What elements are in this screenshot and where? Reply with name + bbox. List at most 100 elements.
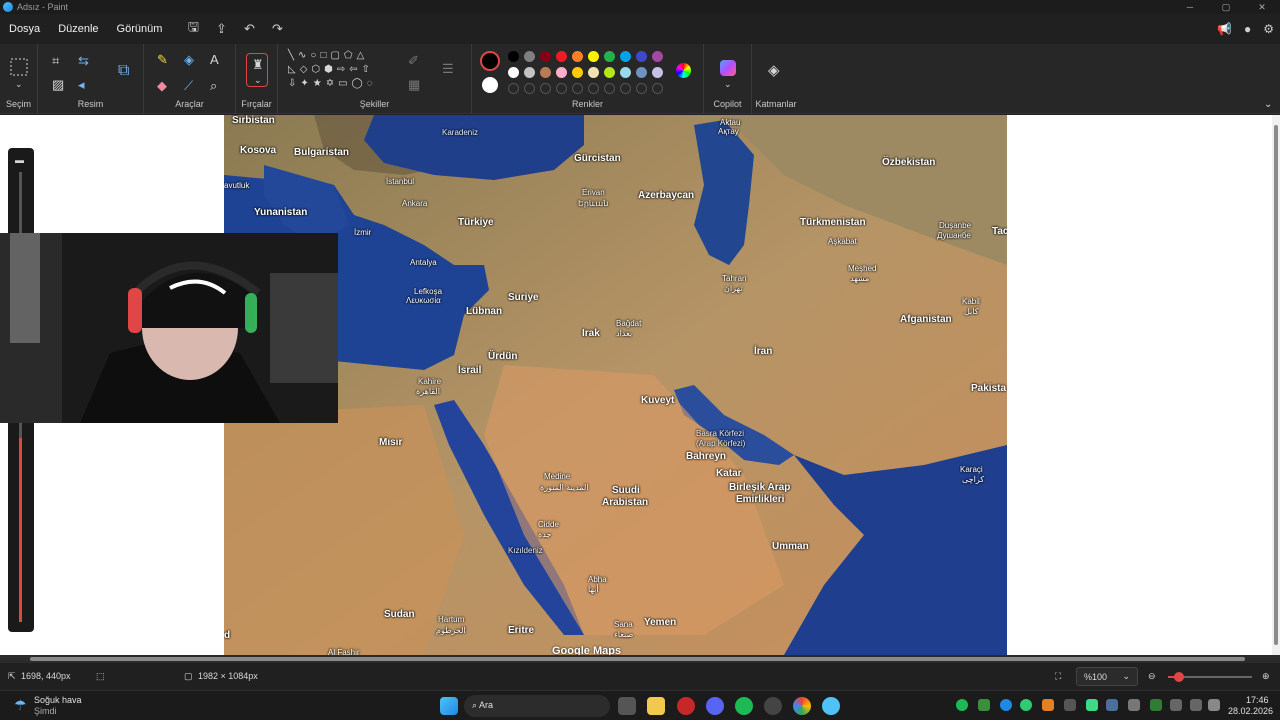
color-swatch-r2-1[interactable] xyxy=(524,67,535,78)
custom-color-slot[interactable] xyxy=(524,83,535,94)
custom-color-slot[interactable] xyxy=(604,83,615,94)
horizontal-scrollbar[interactable] xyxy=(0,655,1280,663)
steam-icon[interactable] xyxy=(1106,699,1118,711)
clock-time[interactable]: 17:46 xyxy=(1246,695,1269,705)
background-removal-icon[interactable]: ⧉ xyxy=(118,63,129,79)
image-select-icon[interactable]: ▨ xyxy=(52,78,64,91)
color-swatch-r1-3[interactable] xyxy=(556,51,567,62)
redo-icon[interactable]: ↷ xyxy=(263,21,291,37)
custom-color-slot[interactable] xyxy=(620,83,631,94)
custom-color-slot[interactable] xyxy=(540,83,551,94)
primary-color-swatch[interactable] xyxy=(480,51,500,71)
color-swatch-r1-7[interactable] xyxy=(620,51,631,62)
chrome-icon[interactable] xyxy=(793,697,811,715)
task-view-icon[interactable] xyxy=(618,697,636,715)
color-picker-icon[interactable]: ⟋ xyxy=(184,79,193,92)
fit-to-window-icon[interactable]: ⛶ xyxy=(1055,671,1061,682)
start-windows-icon[interactable] xyxy=(440,697,458,715)
layers-icon[interactable]: ◈ xyxy=(768,63,780,78)
menu-file[interactable]: Dosya xyxy=(0,23,49,35)
color-swatch-r2-7[interactable] xyxy=(620,67,631,78)
color-swatch-r2-4[interactable] xyxy=(572,67,583,78)
clock-date[interactable]: 28.02.2026 xyxy=(1228,706,1273,716)
pencil-icon[interactable]: ✎ xyxy=(157,53,168,66)
volume-icon[interactable] xyxy=(1208,699,1220,711)
secondary-color-swatch[interactable] xyxy=(482,77,498,93)
vertical-scroll-thumb[interactable] xyxy=(1274,125,1278,645)
taskbar-search[interactable]: ⌕ Ara xyxy=(464,695,610,717)
selection-rectangle-icon[interactable] xyxy=(10,58,28,76)
shapes-gallery[interactable]: ╲∿○□▢⬠△ ◺◇⬡⬢⇨⇦⇧ ⇩✦★✡▭◯◌ xyxy=(288,49,398,99)
zoom-slider[interactable] xyxy=(1168,672,1252,682)
chevron-down-icon[interactable]: ⌄ xyxy=(15,78,23,91)
zoom-slider-knob[interactable] xyxy=(1174,672,1184,682)
spotify-icon[interactable] xyxy=(735,697,753,715)
copilot-icon[interactable] xyxy=(720,60,736,76)
zoom-dropdown[interactable]: %100 ⌄ xyxy=(1076,667,1138,686)
color-swatch-r2-6[interactable] xyxy=(604,67,615,78)
color-swatch-r1-0[interactable] xyxy=(508,51,519,62)
minimize-button[interactable]: ─ xyxy=(1172,0,1208,14)
zoom-in-icon[interactable]: ⊕ xyxy=(1262,671,1270,682)
color-swatch-r1-9[interactable] xyxy=(652,51,663,62)
color-swatch-r1-8[interactable] xyxy=(636,51,647,62)
chevron-down-icon[interactable]: ⌄ xyxy=(724,78,732,91)
crop-icon[interactable]: ⌗ xyxy=(52,54,59,67)
custom-color-slot[interactable] xyxy=(652,83,663,94)
brush-button[interactable]: ♜ ⌄ xyxy=(246,53,268,87)
tray-play-icon[interactable] xyxy=(1086,699,1098,711)
size-icon[interactable]: ☰ xyxy=(442,62,454,75)
tray-mic-icon[interactable] xyxy=(1128,699,1140,711)
file-explorer-icon[interactable] xyxy=(647,697,665,715)
color-wheel-icon[interactable] xyxy=(676,63,691,78)
color-swatch-r1-5[interactable] xyxy=(588,51,599,62)
fill-icon[interactable]: ▦ xyxy=(408,78,420,91)
tray-shield-icon[interactable] xyxy=(1150,699,1162,711)
weather-text[interactable]: Soğuk hava xyxy=(34,695,82,705)
menu-edit[interactable]: Düzenle xyxy=(49,23,107,35)
tray-spotify-icon[interactable] xyxy=(956,699,968,711)
zoom-out-icon[interactable]: ⊖ xyxy=(1148,671,1156,682)
custom-color-slot[interactable] xyxy=(636,83,647,94)
paint-taskbar-icon[interactable] xyxy=(822,697,840,715)
color-swatch-r1-2[interactable] xyxy=(540,51,551,62)
text-icon[interactable]: A xyxy=(210,53,219,66)
save-icon[interactable]: 🖫 xyxy=(179,18,207,40)
color-swatch-r2-2[interactable] xyxy=(540,67,551,78)
vertical-scrollbar[interactable] xyxy=(1272,115,1280,655)
color-swatch-r1-1[interactable] xyxy=(524,51,535,62)
horizontal-scroll-thumb[interactable] xyxy=(30,657,1245,661)
outline-icon[interactable]: ✐ xyxy=(408,54,419,67)
close-button[interactable]: ✕ xyxy=(1244,0,1280,14)
discord-icon[interactable] xyxy=(706,697,724,715)
color-swatch-r2-0[interactable] xyxy=(508,67,519,78)
opera-icon[interactable] xyxy=(677,697,695,715)
settings-gear-icon[interactable]: ⚙ xyxy=(1263,22,1274,36)
color-swatch-r1-4[interactable] xyxy=(572,51,583,62)
custom-color-slot[interactable] xyxy=(556,83,567,94)
app-icon[interactable] xyxy=(764,697,782,715)
magnifier-icon[interactable]: ⌕ xyxy=(210,79,217,92)
color-swatch-r2-3[interactable] xyxy=(556,67,567,78)
account-icon[interactable]: ● xyxy=(1244,22,1251,36)
tray-orange-icon[interactable] xyxy=(1042,699,1054,711)
maximize-button[interactable]: ▢ xyxy=(1208,0,1244,14)
eraser-icon[interactable]: ◆ xyxy=(157,79,167,92)
tray-chevron-icon[interactable] xyxy=(1064,699,1076,711)
custom-color-slot[interactable] xyxy=(572,83,583,94)
network-icon[interactable] xyxy=(1170,699,1182,711)
color-swatch-r1-6[interactable] xyxy=(604,51,615,62)
share-icon[interactable]: ⇪ xyxy=(207,21,235,37)
tray-green-icon[interactable] xyxy=(1020,699,1032,711)
bluetooth-icon[interactable] xyxy=(1000,699,1012,711)
color-swatch-r2-9[interactable] xyxy=(652,67,663,78)
resize-icon[interactable]: ⇆ xyxy=(78,54,89,67)
announcement-icon[interactable]: 📢 xyxy=(1217,22,1232,36)
undo-icon[interactable]: ↶ xyxy=(235,21,263,37)
custom-color-slot[interactable] xyxy=(508,83,519,94)
weather-icon[interactable]: ☂ xyxy=(14,697,27,714)
display-icon[interactable] xyxy=(1190,699,1202,711)
fill-bucket-icon[interactable]: ◈ xyxy=(184,53,194,66)
custom-color-slot[interactable] xyxy=(588,83,599,94)
color-swatch-r2-8[interactable] xyxy=(636,67,647,78)
